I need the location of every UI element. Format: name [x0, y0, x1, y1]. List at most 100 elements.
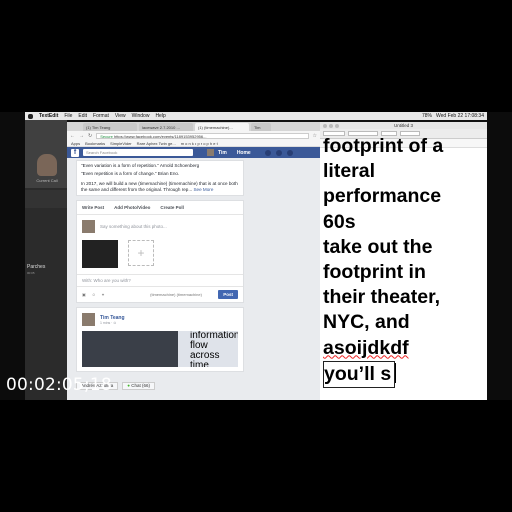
textedit-titlebar: Untitled 3 [320, 122, 487, 129]
tab-timemachine[interactable]: (1) (timemachine)... [195, 123, 249, 131]
facebook-header: f Search Facebook Tim Home [67, 147, 320, 158]
tag-icon[interactable]: ☺ [92, 292, 96, 297]
url-text: https://www.facebook.com/events/11891539… [114, 133, 207, 139]
reload-icon[interactable]: ↻ [88, 133, 92, 139]
composer-avatar [82, 220, 95, 233]
text-cursor [395, 362, 397, 383]
with-field[interactable]: With: Who are you with? [77, 274, 243, 286]
text-line-1: footprint of a [323, 135, 444, 157]
mac-menu-bar: TextEdit File Edit Format View Window He… [25, 112, 487, 120]
facebook-feed: "Even variation is a form of repetition.… [76, 160, 244, 376]
document-title: Untitled 3 [393, 123, 413, 128]
create-poll-tab[interactable]: Create Poll [160, 205, 184, 210]
embedded-text-line-2: flow across [190, 340, 220, 361]
feed-post: Tim Teang 1 mins · ⊙ information flow ac… [76, 307, 244, 372]
call-duration: 00:05 [27, 271, 35, 275]
minimize-window-icon[interactable] [329, 123, 333, 128]
menu-file[interactable]: File [64, 113, 72, 119]
menu-format[interactable]: Format [93, 113, 109, 119]
post-button[interactable]: Post [218, 290, 238, 299]
tab-tim-teang[interactable]: (1) Tim Teang [83, 123, 137, 131]
star-icon[interactable]: ☆ [313, 133, 317, 139]
text-line-6: footprint in [323, 261, 426, 284]
menu-view[interactable]: View [115, 113, 126, 119]
location-icon[interactable]: ⌖ [102, 292, 104, 297]
self-video: Current Call [25, 120, 67, 188]
facebook-search-input[interactable]: Search Facebook [83, 149, 193, 156]
embedded-text: information flow across time [190, 331, 238, 367]
audience-selector[interactable]: (timemachine) (timemachine) [150, 292, 202, 297]
chat-sidebar-button[interactable]: ● Chat (66) [122, 382, 156, 390]
menu-edit[interactable]: Edit [78, 113, 87, 119]
tab-tim[interactable]: Tim [251, 123, 271, 131]
event-paragraph: In 2017, we will build a new (timemachin… [81, 181, 238, 192]
bookmark-simplevider[interactable]: SimpleVider [110, 141, 132, 146]
close-window-icon[interactable] [323, 123, 327, 128]
right-letterbox [487, 112, 512, 400]
home-link[interactable]: Home [237, 150, 251, 156]
add-photo-icon[interactable]: + [128, 240, 154, 266]
back-icon[interactable]: ← [70, 133, 75, 139]
post-meta: 1 mins · ⊙ [100, 320, 117, 325]
friends-icon[interactable] [264, 149, 271, 156]
quote-line-1: "Even variation is a form of repetition.… [81, 163, 200, 168]
bookmark-aphex[interactable]: Rare Aphex Twin ge... [137, 141, 176, 146]
post-composer: Write Post Add Photo/Video Create Poll S… [76, 200, 244, 303]
current-call-label: Current Call [36, 178, 58, 183]
tab-lacewave[interactable]: lacewave 2.7.2010 ... [139, 123, 193, 131]
embedded-text-line-3: time [190, 360, 209, 368]
video-timecode: 00:02:05;18 [6, 375, 112, 395]
event-description-card: "Even variation is a form of repetition.… [76, 160, 244, 196]
text-line-4: 60s [323, 210, 356, 233]
browser-tabs: (1) Tim Teang lacewave 2.7.2010 ... (1) … [67, 122, 320, 131]
textedit-window: Untitled 3 footprint of a literal perfor… [320, 122, 487, 400]
composer-input[interactable]: Say something about this photo... [100, 224, 167, 229]
call-strip: Parches 00:05 [25, 190, 67, 275]
text-line-2: literal [323, 160, 376, 183]
bookmark-apps[interactable]: Apps [71, 141, 80, 146]
write-post-tab[interactable]: Write Post [82, 205, 104, 210]
profile-link[interactable]: Tim [218, 150, 227, 156]
secure-label: Secure [100, 133, 113, 139]
battery-level[interactable]: 78% [422, 113, 432, 119]
forward-icon[interactable]: → [79, 133, 84, 139]
chat-count: Chat (66) [131, 383, 151, 388]
screen-recording-frame: TextEdit File Edit Format View Window He… [0, 112, 512, 400]
text-line-9: asoijdkdf [323, 336, 409, 359]
photo-thumbnail[interactable] [82, 240, 118, 268]
menu-window[interactable]: Window [132, 113, 150, 119]
text-line-7: their theater, [323, 286, 441, 309]
online-dot-icon: ● [127, 383, 130, 388]
menu-clock[interactable]: Wed Feb 22 17:08:34 [436, 113, 484, 119]
messages-icon[interactable] [275, 149, 282, 156]
person-video-image [37, 154, 57, 176]
add-photo-tab[interactable]: Add Photo/Video [114, 205, 150, 210]
post-author-name[interactable]: Tim Teang [100, 315, 125, 321]
contact-name: Parches [27, 264, 46, 270]
zoom-window-icon[interactable] [335, 123, 339, 128]
post-author-avatar[interactable] [82, 313, 95, 326]
bookmarks-bar: Apps Bookmarks SimpleVider Rare Aphex Tw… [67, 140, 320, 147]
text-line-5: take out the [323, 235, 433, 258]
post-embedded-screenshot[interactable]: information flow across time [82, 331, 238, 367]
photo-icon[interactable]: ▣ [82, 292, 86, 297]
menu-help[interactable]: Help [155, 113, 165, 119]
see-more-link[interactable]: See More [193, 187, 213, 192]
bookmark-bookmarks[interactable]: Bookmarks [85, 141, 105, 146]
document-text[interactable]: footprint of a literal performance 60s t… [320, 135, 487, 389]
skype-call-panel: Current Call Parches 00:05 [25, 120, 67, 400]
quote-line-2: "Even repetition is a form of change." B… [81, 171, 180, 176]
avatar[interactable] [207, 149, 214, 156]
text-line-8: NYC, and [323, 311, 410, 334]
menu-app-name[interactable]: TextEdit [39, 113, 58, 119]
notifications-icon[interactable] [286, 149, 293, 156]
text-line-10: you’ll s [323, 360, 396, 389]
url-input[interactable]: Secure https://www.facebook.com/events/1… [96, 132, 309, 139]
facebook-logo-icon[interactable]: f [71, 148, 79, 157]
embedded-screen-image [82, 331, 178, 367]
address-bar-row: ← → ↻ Secure https://www.facebook.com/ev… [67, 131, 320, 140]
text-line-3: performance [323, 185, 442, 208]
bookmark-monkprophet[interactable]: m o n k • p r o p h e t [181, 141, 218, 146]
apple-icon[interactable] [28, 113, 33, 119]
left-letterbox [0, 112, 25, 400]
